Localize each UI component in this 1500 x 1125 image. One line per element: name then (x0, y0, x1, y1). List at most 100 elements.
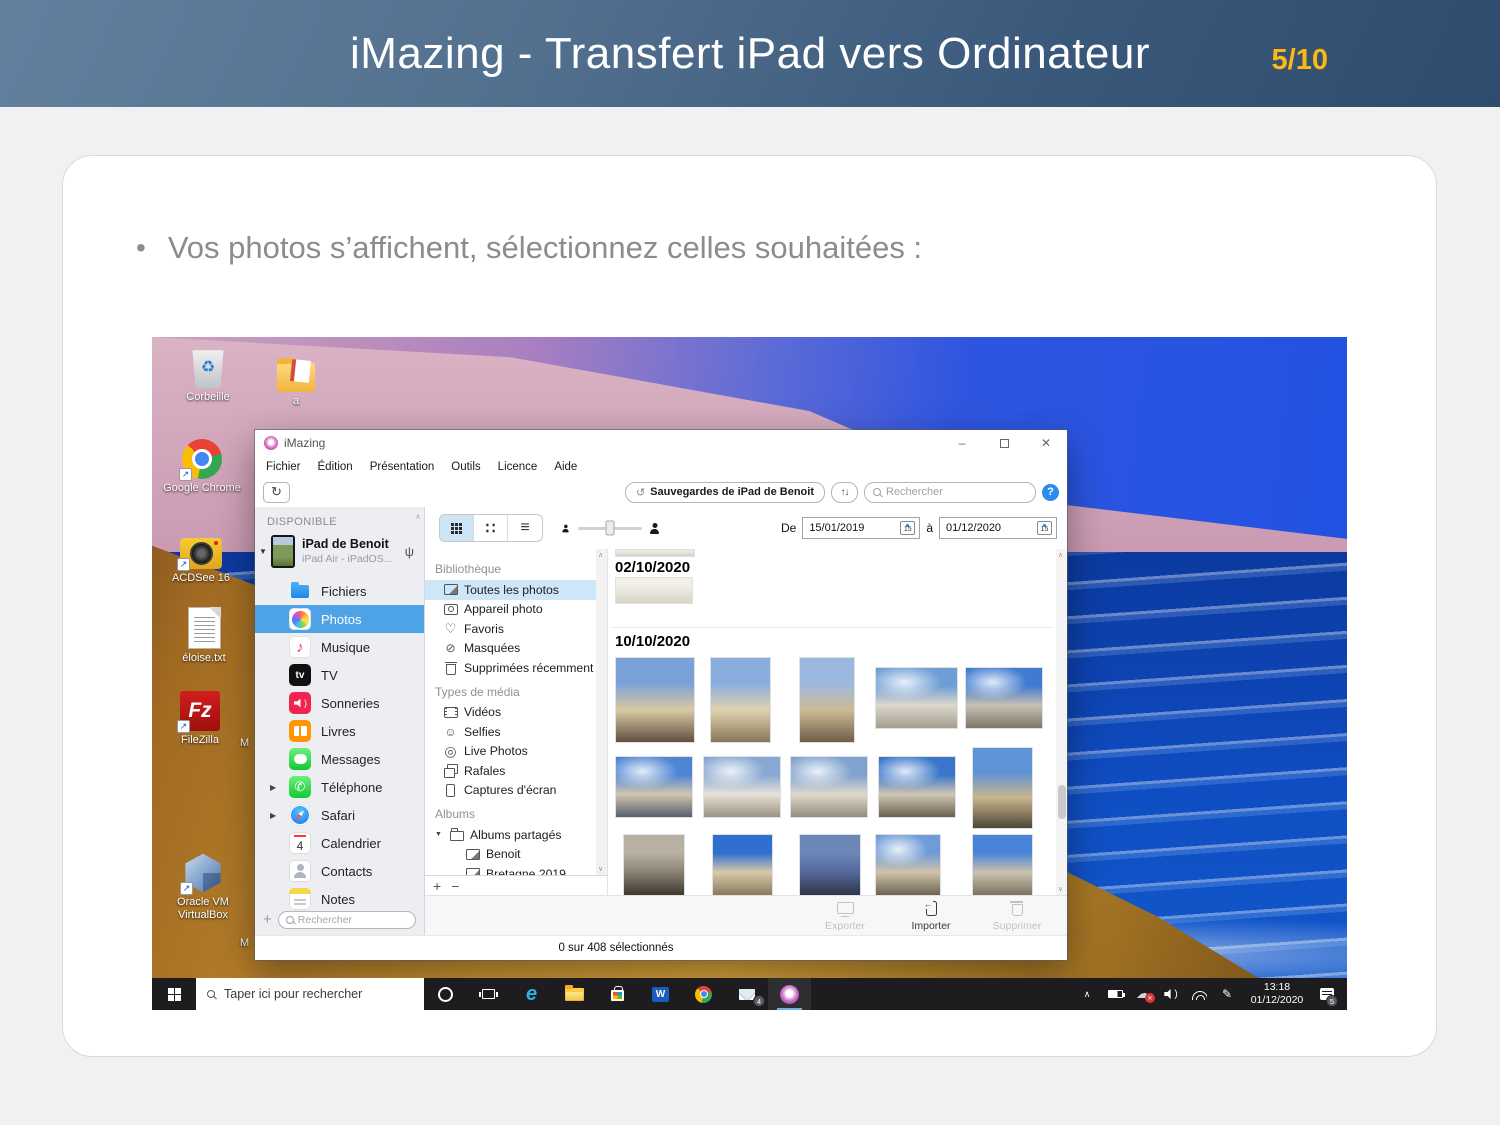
photo-thumbnail[interactable] (790, 756, 868, 818)
library-item-supprim-es-r-cemment[interactable]: Supprimées récemment (435, 658, 595, 678)
photo-thumbnail[interactable] (615, 549, 695, 557)
photo-thumbnail[interactable] (703, 756, 781, 818)
sidebar-item-safari[interactable]: ▶Safari (255, 801, 424, 829)
library-item-masqu-es[interactable]: Masquées (435, 639, 595, 659)
volume-button[interactable]: ) (1157, 978, 1185, 1010)
photo-thumbnail[interactable] (710, 657, 771, 743)
photo-thumbnail[interactable] (972, 747, 1033, 829)
imazing-taskbar-button[interactable] (768, 978, 811, 1010)
export-button[interactable]: Exporter (817, 899, 873, 932)
battery-indicator[interactable] (1101, 978, 1129, 1010)
scrollbar-thumb[interactable] (1058, 785, 1066, 819)
sidebar-item-messages[interactable]: Messages (255, 745, 424, 773)
desktop-icon-virtualbox[interactable]: ↗Oracle VM VirtualBox (159, 847, 247, 922)
photo-thumbnail[interactable] (875, 834, 941, 895)
task-view-button[interactable] (467, 978, 510, 1010)
photo-thumbnail[interactable] (875, 667, 958, 729)
word-button[interactable] (639, 978, 682, 1010)
chrome-button[interactable] (682, 978, 725, 1010)
library-item-vid-os[interactable]: Vidéos (435, 703, 595, 723)
expand-arrow-icon[interactable]: ▶ (270, 811, 276, 820)
clock[interactable]: 13:18 01/12/2020 (1241, 981, 1313, 1007)
desktop-icon-filezilla[interactable]: ↗FileZilla (156, 685, 244, 747)
menu-aide[interactable]: Aide (554, 461, 577, 473)
desktop-icon-corbeille[interactable]: Corbeille (164, 342, 252, 404)
sidebar-item-musique[interactable]: Musique (255, 633, 424, 661)
photo-thumbnail[interactable] (615, 577, 693, 604)
device-row[interactable]: ▼ iPad de Benoit iPad Air - iPadOS... ψ (259, 535, 420, 568)
window-titlebar[interactable]: iMazing – ✕ (255, 430, 1067, 456)
backups-button[interactable]: ↺ Sauvegardes de iPad de Benoit (625, 482, 825, 503)
photo-thumbnail[interactable] (799, 834, 861, 895)
notification-center-button[interactable]: 5 (1313, 978, 1341, 1010)
menu-licence[interactable]: Licence (498, 461, 538, 473)
sidebar-item-calendrier[interactable]: Calendrier (255, 829, 424, 857)
scroll-up-icon[interactable]: ∧ (1058, 551, 1063, 559)
start-button[interactable] (152, 978, 196, 1010)
photo-thumbnail[interactable] (965, 667, 1043, 729)
date-to-input[interactable]: 01/12/2020 15 (939, 517, 1057, 539)
mail-button[interactable]: 4 (725, 978, 768, 1010)
sidebar-item-fichiers[interactable]: Fichiers (255, 577, 424, 605)
photo-thumbnail[interactable] (623, 834, 685, 895)
photo-thumbnail[interactable] (615, 657, 695, 743)
library-item-rafales[interactable]: Rafales (435, 761, 595, 781)
refresh-button[interactable]: ↻ (263, 482, 290, 503)
library-item-benoit[interactable]: Benoit (435, 845, 595, 865)
minimize-button[interactable]: – (941, 430, 983, 456)
sidebar-item-tv[interactable]: TV (255, 661, 424, 689)
desktop-icon-google-chrome[interactable]: ↗Google Chrome (158, 433, 246, 495)
library-item-albums-partag-s[interactable]: ▼Albums partagés (435, 825, 595, 845)
tray-chevron-button[interactable]: ∧ (1073, 978, 1101, 1010)
desktop-icon-folder-a[interactable]: a (252, 346, 340, 408)
library-item-appareil-photo[interactable]: Appareil photo (435, 600, 595, 620)
sidebar-item-contacts[interactable]: Contacts (255, 857, 424, 885)
search-input[interactable]: Rechercher (864, 482, 1036, 503)
grid-scrollbar[interactable]: ∧ ∨ (1056, 549, 1067, 895)
sort-updown-button[interactable]: ↑↓ (831, 482, 858, 503)
expand-arrow-icon[interactable]: ▶ (270, 783, 276, 792)
microsoft-store-button[interactable] (596, 978, 639, 1010)
maximize-button[interactable] (983, 430, 1025, 456)
network-button[interactable] (1185, 978, 1213, 1010)
menu-edition[interactable]: Édition (318, 461, 353, 473)
delete-button[interactable]: Supprimer (989, 899, 1045, 932)
desktop-icon-acdsee[interactable]: ↗ACDSee 16 (157, 523, 245, 585)
menu-presentation[interactable]: Présentation (370, 461, 435, 473)
photo-thumbnail[interactable] (799, 657, 855, 743)
desktop-icon-eloise-txt[interactable]: éloise.txt (160, 603, 248, 665)
date-from-input[interactable]: 15/01/2019 15 (802, 517, 920, 539)
view-list-button[interactable]: ≡ (508, 515, 542, 541)
pen-settings-button[interactable]: ✎ (1213, 978, 1241, 1010)
menu-fichier[interactable]: Fichier (266, 461, 301, 473)
device-disclosure-icon[interactable]: ▼ (259, 547, 271, 556)
view-grid-small-button[interactable] (440, 515, 474, 541)
library-item-live-photos[interactable]: Live Photos (435, 742, 595, 762)
view-grid-large-button[interactable]: ∷ (474, 515, 508, 541)
sidebar-scroll-up-icon[interactable]: ∧ (415, 512, 421, 521)
close-button[interactable]: ✕ (1025, 430, 1067, 456)
photo-thumbnail[interactable] (615, 756, 693, 818)
calendar-icon[interactable]: 15 (1037, 521, 1052, 535)
add-device-button[interactable]: + (263, 911, 272, 928)
sidebar-item-téléphone[interactable]: ▶Téléphone (255, 773, 424, 801)
taskbar-search-input[interactable]: Taper ici pour rechercher (196, 978, 424, 1010)
photo-thumbnail[interactable] (972, 834, 1033, 895)
cortana-button[interactable] (424, 978, 467, 1010)
import-button[interactable]: Importer (903, 899, 959, 932)
photo-thumbnail[interactable] (878, 756, 956, 818)
scroll-down-icon[interactable]: ∨ (598, 865, 603, 873)
sidebar-item-sonneries[interactable]: Sonneries (255, 689, 424, 717)
menu-outils[interactable]: Outils (451, 461, 480, 473)
scroll-down-icon[interactable]: ∨ (1058, 885, 1063, 893)
slider-track[interactable] (578, 527, 642, 530)
library-item-toutes-les-photos[interactable]: Toutes les photos (425, 580, 597, 600)
library-item-selfies[interactable]: Selfies (435, 722, 595, 742)
edge-button[interactable]: e (510, 978, 553, 1010)
calendar-icon[interactable]: 15 (900, 521, 915, 535)
library-scrollbar[interactable]: ∧ ∨ (596, 549, 607, 875)
file-explorer-button[interactable] (553, 978, 596, 1010)
slider-thumb[interactable] (606, 521, 615, 536)
sidebar-item-photos[interactable]: Photos (255, 605, 424, 633)
library-item-favoris[interactable]: Favoris (435, 619, 595, 639)
